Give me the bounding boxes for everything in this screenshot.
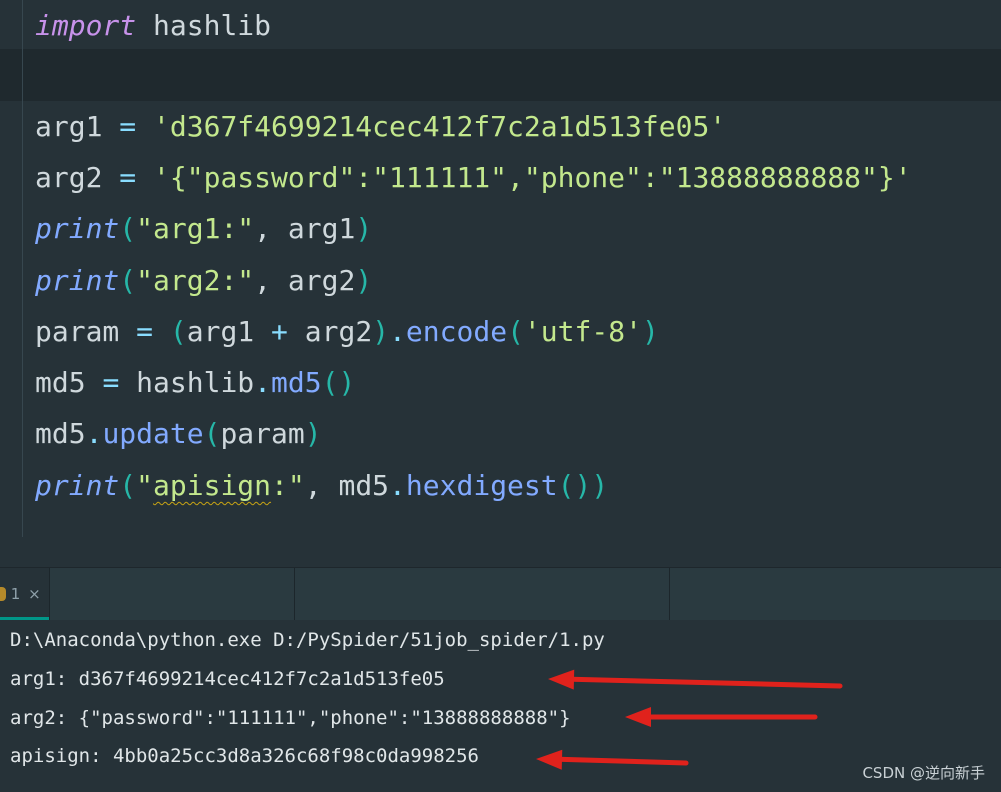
annotation-arrow-shaft [547, 756, 689, 766]
annotation-arrow-head [536, 749, 563, 770]
annotation-arrow-head [625, 707, 651, 727]
csdn-watermark: CSDN @逆向新手 [862, 764, 985, 782]
annotation-arrow-head [548, 669, 575, 690]
annotation-arrows [536, 669, 843, 770]
annotation-arrow-shaft [559, 676, 843, 689]
